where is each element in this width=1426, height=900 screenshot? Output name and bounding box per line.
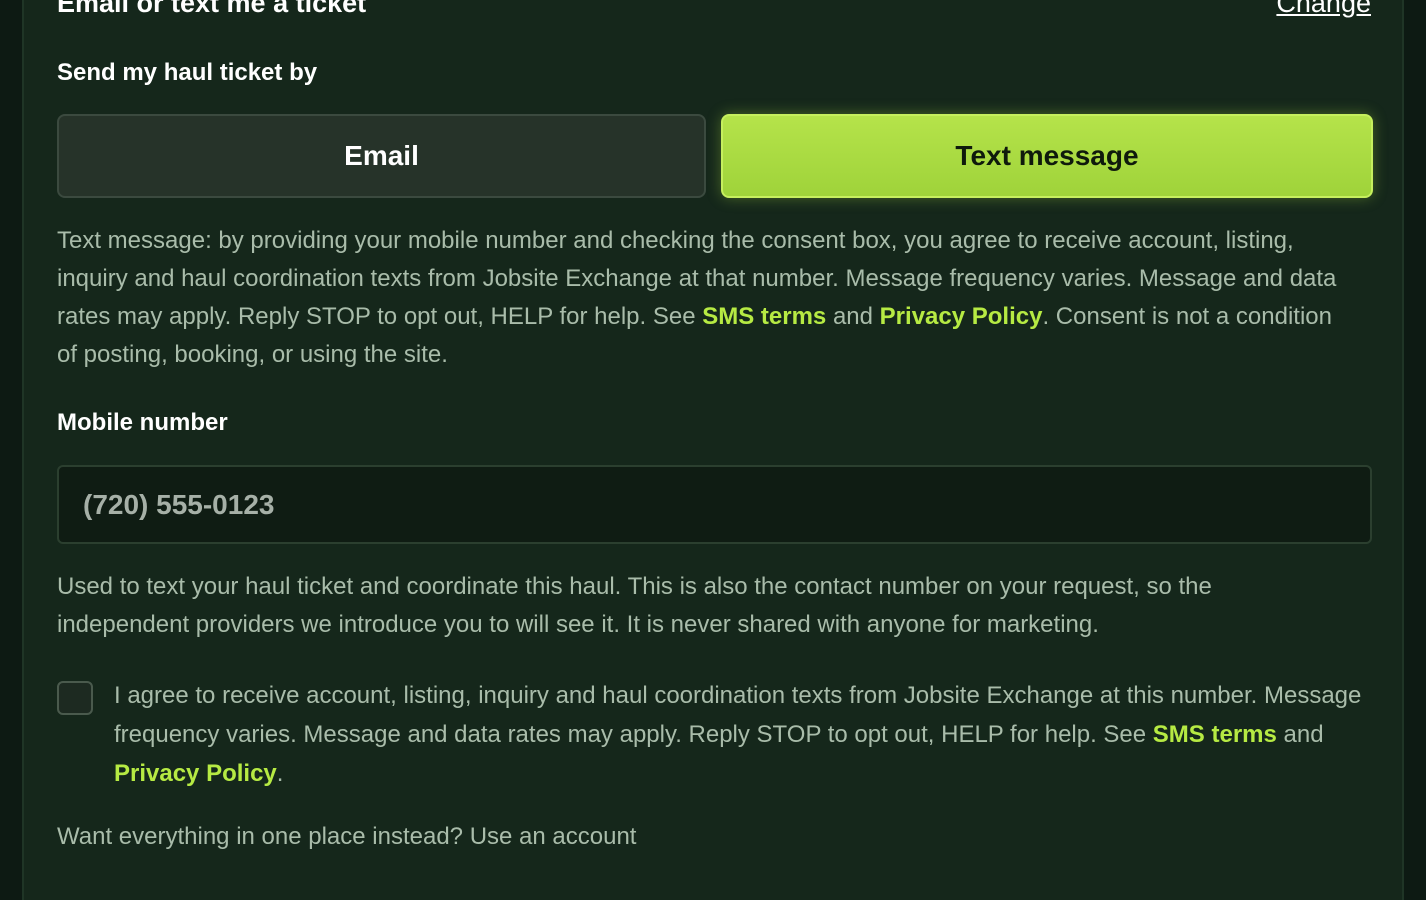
mobile-number-label: Mobile number bbox=[57, 409, 228, 436]
sms-disclosure-and: and bbox=[826, 303, 880, 330]
sms-terms-link[interactable]: SMS terms bbox=[702, 303, 826, 330]
mobile-number-input[interactable] bbox=[57, 465, 1372, 544]
text-message-option-button[interactable]: Text message bbox=[721, 114, 1373, 198]
consent-privacy-policy-link[interactable]: Privacy Policy bbox=[114, 760, 277, 787]
change-link[interactable]: Change bbox=[1276, 0, 1371, 20]
section-title: Email or text me a ticket bbox=[57, 0, 367, 18]
mobile-help-text: Used to text your haul ticket and coordi… bbox=[57, 573, 1212, 638]
use-account-link[interactable]: Use an account bbox=[470, 823, 637, 850]
sms-disclosure-text: Text message: by providing your mobile n… bbox=[57, 222, 1347, 374]
consent-and: and bbox=[1276, 721, 1324, 748]
account-prompt-text: Want everything in one place instead? bbox=[57, 823, 470, 850]
consent-text: I agree to receive account, listing, inq… bbox=[114, 676, 1374, 793]
consent-tail: . bbox=[276, 760, 284, 787]
sms-consent-checkbox[interactable] bbox=[57, 681, 93, 715]
send-method-label: Send my haul ticket by bbox=[57, 59, 318, 86]
email-option-button[interactable]: Email bbox=[57, 114, 706, 198]
consent-sms-terms-link[interactable]: SMS terms bbox=[1153, 721, 1277, 748]
privacy-policy-link[interactable]: Privacy Policy bbox=[880, 303, 1043, 330]
